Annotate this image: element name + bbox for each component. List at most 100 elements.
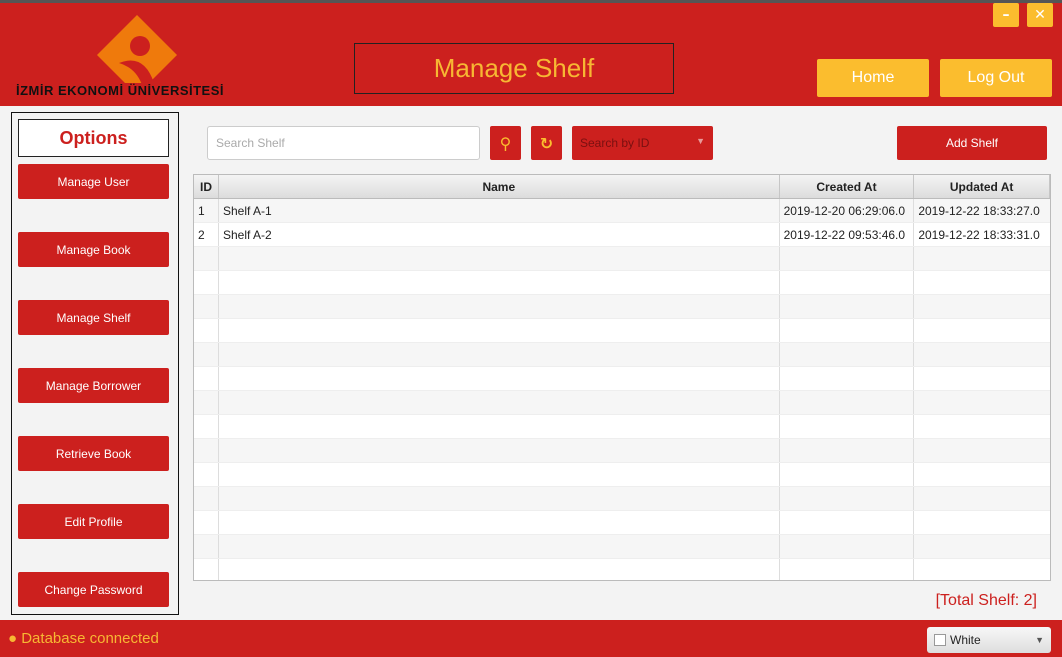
total-count: [Total Shelf: 2]	[935, 592, 1037, 609]
theme-select[interactable]: White ▼	[927, 627, 1051, 653]
table-cell	[780, 415, 915, 438]
table-cell	[914, 319, 1050, 342]
manage-user-button[interactable]: Manage User	[18, 164, 169, 199]
table-cell	[914, 535, 1050, 558]
table-cell	[194, 247, 219, 270]
manage-borrower-button[interactable]: Manage Borrower	[18, 368, 169, 403]
university-logo: İZMİR EKONOMİ ÜNİVERSİTESİ	[14, 13, 264, 103]
home-button[interactable]: Home	[817, 59, 929, 97]
table-cell	[194, 439, 219, 462]
table-cell: 2019-12-22 09:53:46.0	[780, 223, 915, 246]
refresh-button[interactable]: ↻	[531, 126, 562, 160]
table-header: ID Name Created At Updated At	[194, 175, 1050, 199]
color-swatch	[934, 634, 946, 646]
edit-profile-button[interactable]: Edit Profile	[18, 504, 169, 539]
table-cell: 2019-12-22 18:33:31.0	[918, 227, 1040, 242]
close-button[interactable]: ✕	[1027, 3, 1053, 27]
header: İZMİR EKONOMİ ÜNİVERSİTESİ Manage Shelf …	[0, 3, 1062, 106]
table-cell	[780, 271, 915, 294]
column-header-name[interactable]: Name	[219, 175, 780, 198]
search-by-value: Search by ID	[580, 136, 650, 150]
table-cell	[219, 271, 780, 294]
table-cell	[219, 247, 780, 270]
table-cell	[219, 343, 780, 366]
table-cell	[194, 487, 219, 510]
table-cell	[780, 367, 915, 390]
table-row	[194, 511, 1050, 535]
table-cell	[219, 559, 780, 580]
table-cell	[780, 511, 915, 534]
table-cell	[219, 535, 780, 558]
manage-shelf-button[interactable]: Manage Shelf	[18, 300, 169, 335]
table-cell	[780, 463, 915, 486]
column-header-updated[interactable]: Updated At	[914, 175, 1050, 198]
table-body: 1 Shelf A-1 2019-12-20 06:29:06.0 2019-12-2…	[194, 199, 1050, 580]
table-cell	[219, 463, 780, 486]
logout-button[interactable]: Log Out	[940, 59, 1052, 97]
chevron-down-icon: ▼	[1035, 635, 1044, 645]
table-row	[194, 487, 1050, 511]
connection-status: ● Database connected	[8, 630, 159, 647]
table-cell	[780, 487, 915, 510]
search-input[interactable]	[207, 126, 480, 160]
table-cell	[914, 271, 1050, 294]
table-cell	[194, 391, 219, 414]
table-cell	[219, 319, 780, 342]
table-cell	[780, 247, 915, 270]
table-cell	[914, 511, 1050, 534]
table-cell	[194, 511, 219, 534]
table-row	[194, 463, 1050, 487]
table-cell: Shelf A-2	[219, 223, 780, 246]
table-cell	[219, 511, 780, 534]
table-cell	[194, 319, 219, 342]
options-title: Options	[18, 119, 169, 157]
retrieve-book-button[interactable]: Retrieve Book	[18, 436, 169, 471]
table-row	[194, 559, 1050, 580]
search-button[interactable]: ⚲	[490, 126, 521, 160]
table-cell	[914, 391, 1050, 414]
table-cell	[914, 439, 1050, 462]
page-title: Manage Shelf	[354, 43, 674, 94]
table-row	[194, 415, 1050, 439]
search-icon: ⚲	[499, 133, 512, 153]
table-row	[194, 319, 1050, 343]
column-header-id[interactable]: ID	[194, 175, 219, 198]
table-cell	[219, 487, 780, 510]
table-cell: Shelf A-1	[219, 199, 780, 222]
table-row	[194, 535, 1050, 559]
change-password-button[interactable]: Change Password	[18, 572, 169, 607]
table-cell	[194, 295, 219, 318]
search-by-select[interactable]: Search by ID ▼	[572, 126, 713, 160]
table-cell	[219, 391, 780, 414]
table-cell	[914, 559, 1050, 580]
table-cell: 1	[194, 199, 219, 222]
theme-value: White	[950, 633, 981, 647]
table-row[interactable]: 2 Shelf A-2 2019-12-22 09:53:46.0 2019-12-2…	[194, 223, 1050, 247]
table-cell	[914, 487, 1050, 510]
table-cell	[194, 559, 219, 580]
minimize-button[interactable]: –	[993, 3, 1019, 27]
logo-text: İZMİR EKONOMİ ÜNİVERSİTESİ	[16, 83, 225, 98]
table-cell	[194, 271, 219, 294]
table-cell	[194, 343, 219, 366]
status-bar: ● Database connected White ▼	[0, 620, 1062, 657]
table-cell	[914, 295, 1050, 318]
table-cell	[780, 391, 915, 414]
add-shelf-button[interactable]: Add Shelf	[897, 126, 1047, 160]
table-row	[194, 271, 1050, 295]
chevron-down-icon: ▼	[696, 136, 705, 146]
column-header-created[interactable]: Created At	[780, 175, 915, 198]
shelf-table: ID Name Created At Updated At 1 Shelf A-1…	[193, 174, 1051, 581]
table-row	[194, 367, 1050, 391]
table-cell	[219, 367, 780, 390]
table-row[interactable]: 1 Shelf A-1 2019-12-20 06:29:06.0 2019-12-2…	[194, 199, 1050, 223]
table-cell	[194, 535, 219, 558]
manage-book-button[interactable]: Manage Book	[18, 232, 169, 267]
table-cell	[780, 439, 915, 462]
table-cell	[219, 415, 780, 438]
table-cell	[194, 415, 219, 438]
table-row	[194, 391, 1050, 415]
table-cell	[780, 295, 915, 318]
table-cell	[914, 367, 1050, 390]
table-row	[194, 343, 1050, 367]
